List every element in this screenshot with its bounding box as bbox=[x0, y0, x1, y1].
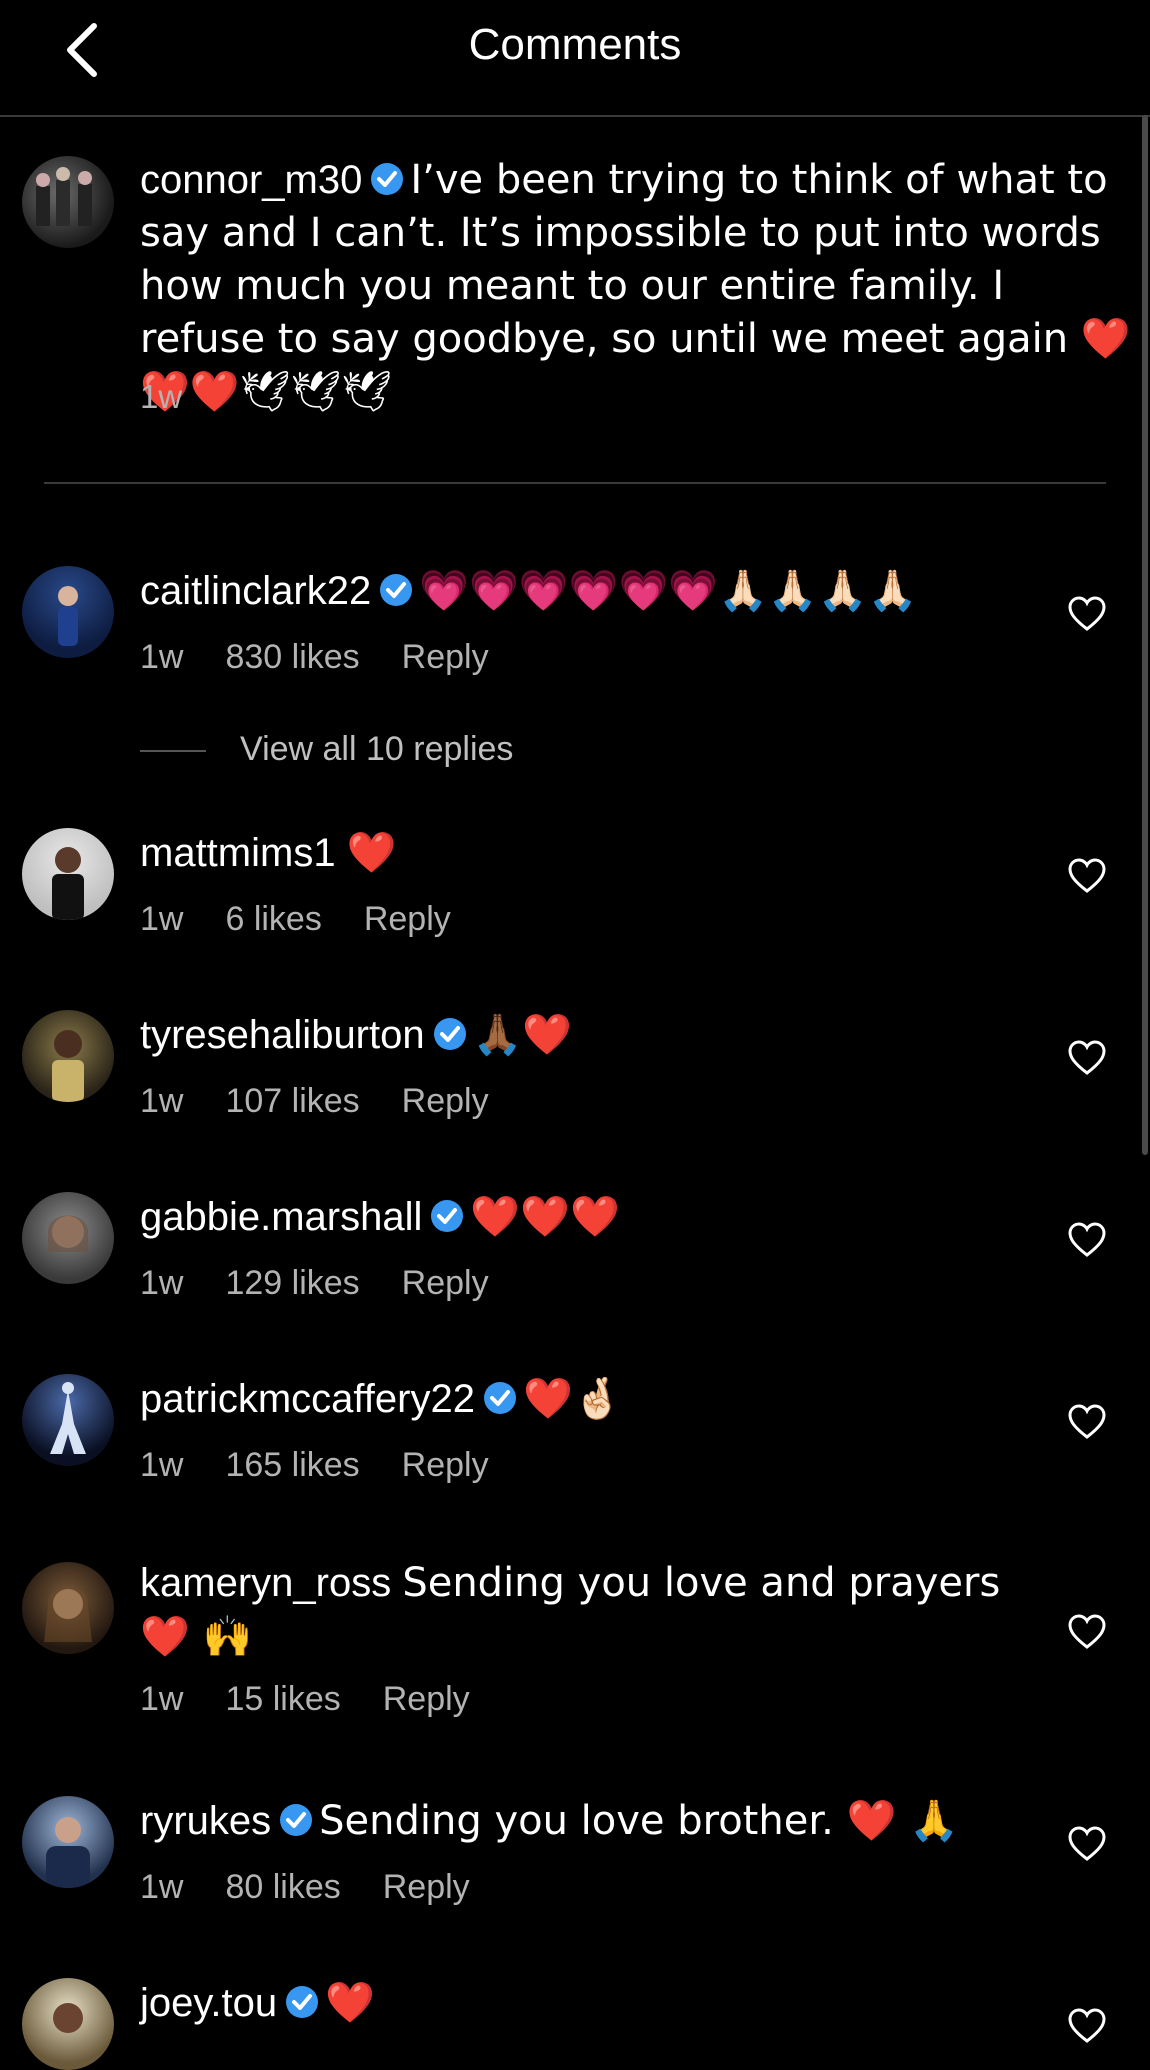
caption-username[interactable]: connor_m30 bbox=[140, 158, 362, 202]
comment-body: ❤️ bbox=[346, 830, 397, 876]
post-caption: connor_m30 I’ve been trying to think of w… bbox=[0, 150, 1150, 490]
comment-body: ❤️ bbox=[325, 1980, 375, 2026]
comment-username[interactable]: mattmims1 bbox=[140, 831, 336, 875]
comment-text: caitlinclark22 💗💗💗💗💗💗🙏🏻🙏🏻🙏🏻🙏🏻 bbox=[140, 564, 1020, 618]
divider bbox=[44, 482, 1106, 484]
header-bar: Comments bbox=[0, 0, 1150, 117]
verified-badge-icon bbox=[431, 1200, 464, 1233]
comment-time: 1w bbox=[140, 900, 184, 938]
comment-meta: 1w 6 likes Reply bbox=[140, 900, 493, 939]
avatar[interactable] bbox=[22, 566, 114, 658]
comment-username[interactable]: gabbie.marshall bbox=[140, 1195, 422, 1239]
comment-text: tyresehaliburton 🙏🏾❤️ bbox=[140, 1008, 1020, 1062]
caption-timestamp: 1w bbox=[140, 378, 183, 415]
verified-badge-icon bbox=[286, 1986, 319, 2019]
comment-text: kameryn_ross Sending you love and prayer… bbox=[140, 1556, 1040, 1664]
comment-text: patrickmccaffery22 ❤️🤞🏻 bbox=[140, 1372, 1020, 1426]
comment-meta: 1w 830 likes Reply bbox=[140, 638, 531, 677]
comment-meta: 1w 129 likes Reply bbox=[140, 1264, 531, 1303]
view-replies-link[interactable]: View all 10 replies bbox=[140, 730, 513, 769]
comment-likes[interactable]: 80 likes bbox=[225, 1868, 340, 1906]
caption-text-block: connor_m30 I’ve been trying to think of w… bbox=[140, 154, 1140, 419]
heart-outline-icon[interactable] bbox=[1068, 858, 1106, 894]
comment-likes[interactable]: 129 likes bbox=[225, 1264, 359, 1302]
comment-time: 1w bbox=[140, 1868, 184, 1906]
comment-body: ❤️🤞🏻 bbox=[522, 1376, 623, 1422]
verified-badge-icon bbox=[433, 1018, 466, 1051]
comment-username[interactable]: ryrukes bbox=[140, 1799, 271, 1843]
avatar[interactable] bbox=[22, 156, 114, 248]
comment-time: 1w bbox=[140, 1446, 184, 1484]
heart-outline-icon[interactable] bbox=[1068, 1826, 1106, 1862]
comment-text: ryrukes Sending you love brother. ❤️ 🙏 bbox=[140, 1794, 1020, 1848]
avatar[interactable] bbox=[22, 1192, 114, 1284]
comment-username[interactable]: kameryn_ross bbox=[140, 1561, 391, 1605]
heart-outline-icon[interactable] bbox=[1068, 1404, 1106, 1440]
verified-badge-icon bbox=[280, 1804, 313, 1837]
comment-time: 1w bbox=[140, 1264, 184, 1302]
comment-time: 1w bbox=[140, 1680, 184, 1718]
comment-text: mattmims1 ❤️ bbox=[140, 826, 1020, 880]
heart-outline-icon[interactable] bbox=[1068, 1040, 1106, 1076]
comment-likes[interactable]: 15 likes bbox=[225, 1680, 340, 1718]
avatar[interactable] bbox=[22, 1978, 114, 2070]
comment-likes[interactable]: 6 likes bbox=[225, 900, 321, 938]
verified-badge-icon bbox=[371, 163, 404, 196]
reply-button[interactable]: Reply bbox=[402, 1264, 489, 1302]
view-replies-label[interactable]: View all 10 replies bbox=[240, 730, 513, 768]
comment-username[interactable]: patrickmccaffery22 bbox=[140, 1377, 475, 1421]
heart-outline-icon[interactable] bbox=[1068, 2008, 1106, 2044]
heart-outline-icon[interactable] bbox=[1068, 596, 1106, 632]
verified-badge-icon bbox=[380, 574, 413, 607]
comment-likes[interactable]: 165 likes bbox=[225, 1446, 359, 1484]
reply-button[interactable]: Reply bbox=[383, 1868, 470, 1906]
comment-meta: 1w 80 likes Reply bbox=[140, 1868, 512, 1907]
avatar[interactable] bbox=[22, 1796, 114, 1888]
avatar[interactable] bbox=[22, 1374, 114, 1466]
comment-text: gabbie.marshall ❤️❤️❤️ bbox=[140, 1190, 1020, 1244]
avatar[interactable] bbox=[22, 1010, 114, 1102]
comment-time: 1w bbox=[140, 1082, 184, 1120]
comment-likes[interactable]: 107 likes bbox=[225, 1082, 359, 1120]
comment-body: ❤️❤️❤️ bbox=[470, 1194, 620, 1240]
verified-badge-icon bbox=[483, 1382, 516, 1415]
avatar[interactable] bbox=[22, 828, 114, 920]
comment-meta: 1w 165 likes Reply bbox=[140, 1446, 531, 1485]
page-title: Comments bbox=[468, 20, 682, 69]
comment-username[interactable]: caitlinclark22 bbox=[140, 569, 371, 613]
comment-body: 💗💗💗💗💗💗🙏🏻🙏🏻🙏🏻🙏🏻 bbox=[419, 568, 918, 614]
comment-body: Sending you love brother. ❤️ 🙏 bbox=[319, 1798, 959, 1844]
heart-outline-icon[interactable] bbox=[1068, 1614, 1106, 1650]
reply-button[interactable]: Reply bbox=[402, 1446, 489, 1484]
comment-username[interactable]: tyresehaliburton bbox=[140, 1013, 425, 1057]
comment-body: 🙏🏾❤️ bbox=[472, 1012, 573, 1058]
replies-line bbox=[140, 750, 206, 753]
comment-username[interactable]: joey.tou bbox=[140, 1981, 277, 2025]
reply-button[interactable]: Reply bbox=[383, 1680, 470, 1718]
comment-time: 1w bbox=[140, 638, 184, 676]
comment-meta: 1w 15 likes Reply bbox=[140, 1680, 512, 1719]
reply-button[interactable]: Reply bbox=[402, 638, 489, 676]
avatar[interactable] bbox=[22, 1562, 114, 1654]
heart-outline-icon[interactable] bbox=[1068, 1222, 1106, 1258]
comment-meta: 1w 107 likes Reply bbox=[140, 1082, 531, 1121]
comment-likes[interactable]: 830 likes bbox=[225, 638, 359, 676]
reply-button[interactable]: Reply bbox=[402, 1082, 489, 1120]
reply-button[interactable]: Reply bbox=[364, 900, 451, 938]
comment-text: joey.tou ❤️ bbox=[140, 1976, 1020, 2030]
